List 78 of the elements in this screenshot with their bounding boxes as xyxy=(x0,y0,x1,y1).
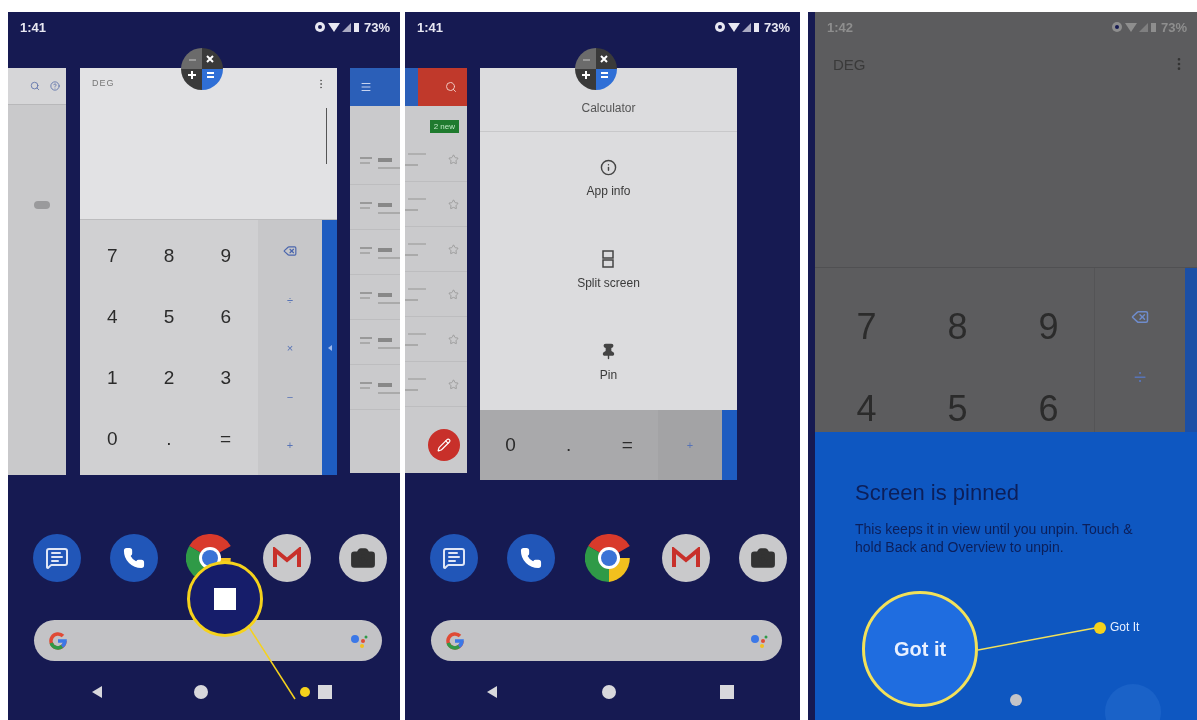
calculator-app-icon[interactable] xyxy=(574,48,617,90)
new-mail-badge: 2 new xyxy=(429,120,459,133)
browser-app-icon[interactable] xyxy=(584,534,633,582)
digit-key[interactable]: 7 xyxy=(107,245,118,268)
digit-key[interactable]: = xyxy=(220,427,232,450)
dialog-message: This keeps it in view until you unpin. Touch & hold Back and Overview to unpin. xyxy=(855,520,1134,556)
status-icons xyxy=(1110,21,1157,33)
back-icon[interactable] xyxy=(487,686,497,698)
callout-dot xyxy=(1094,622,1106,634)
digit-key[interactable]: . xyxy=(566,434,572,456)
digit-key[interactable]: 6 xyxy=(220,306,231,329)
star-icon[interactable] xyxy=(448,333,459,345)
menu-item[interactable]: Split screen xyxy=(577,276,640,290)
digit-key[interactable]: 5 xyxy=(163,306,175,329)
star-icon[interactable] xyxy=(448,288,459,300)
search-icon[interactable] xyxy=(30,81,40,91)
status-time: 1:41 xyxy=(20,19,47,35)
home-icon[interactable] xyxy=(600,684,617,700)
star-icon[interactable] xyxy=(448,378,459,390)
digit-key[interactable]: 0 xyxy=(107,427,118,450)
mail-app-card[interactable]: 2 new xyxy=(405,68,467,473)
digit-key[interactable]: 8 xyxy=(163,245,175,268)
drawer-handle[interactable] xyxy=(322,220,337,475)
mail-app-icon[interactable] xyxy=(262,534,311,582)
digit-key[interactable]: 0 xyxy=(505,434,516,456)
text-cursor xyxy=(326,108,327,164)
drawer-handle[interactable] xyxy=(722,410,737,480)
status-time: 1:41 xyxy=(417,19,444,35)
search-bar[interactable] xyxy=(431,620,782,661)
pin-icon xyxy=(600,342,617,360)
got-it-button[interactable]: Got it xyxy=(862,591,978,707)
search-bar[interactable] xyxy=(34,620,382,661)
phone-app-icon[interactable] xyxy=(507,534,556,582)
camera-app-icon[interactable] xyxy=(339,534,387,582)
toggle-switch[interactable] xyxy=(34,201,50,209)
home-indicator xyxy=(1010,694,1022,706)
star-icon[interactable] xyxy=(448,153,459,165)
mail-app-icon[interactable] xyxy=(661,534,710,582)
digit-key[interactable]: 2 xyxy=(163,366,175,389)
backspace-icon[interactable] xyxy=(283,244,297,259)
angle-mode: DEG xyxy=(92,78,115,89)
battery-percent: 73% xyxy=(363,19,390,35)
recents-icon xyxy=(214,588,236,610)
chevron-left-icon xyxy=(327,344,332,351)
star-icon[interactable] xyxy=(448,198,459,210)
menu-icon[interactable] xyxy=(360,81,372,93)
callout-label: Got It xyxy=(1110,620,1140,634)
digit-key[interactable]: 1 xyxy=(107,366,118,389)
digit-key[interactable]: 9 xyxy=(220,245,231,268)
search-logo-icon xyxy=(48,630,68,651)
dialog-title: Screen is pinned xyxy=(855,480,1020,506)
status-icons xyxy=(313,21,360,33)
star-icon[interactable] xyxy=(448,243,459,255)
menu-item[interactable]: App info xyxy=(586,183,631,198)
digit-key[interactable]: . xyxy=(166,427,172,450)
pencil-icon xyxy=(437,438,451,452)
info-icon xyxy=(600,158,617,176)
split-screen-icon xyxy=(602,250,615,268)
nav-button[interactable] xyxy=(298,683,334,701)
messages-app-icon[interactable] xyxy=(430,534,478,582)
calculator-card[interactable]: DEG 7 8 9 4 5 6 1 2 3 0 . = ÷ × − + xyxy=(80,68,337,475)
status-icons xyxy=(713,21,760,33)
battery-percent: 73% xyxy=(763,19,790,35)
menu-title: Calculator xyxy=(480,68,737,132)
camera-app-icon[interactable] xyxy=(739,534,787,582)
search-logo-icon xyxy=(445,630,465,651)
assistant-icon[interactable] xyxy=(750,632,768,649)
menu-item[interactable]: Pin xyxy=(599,367,618,382)
compose-button[interactable] xyxy=(428,429,460,461)
search-icon[interactable] xyxy=(445,81,457,93)
messages-app-icon[interactable] xyxy=(33,534,81,582)
calculator-app-icon[interactable] xyxy=(181,48,223,90)
digit-key[interactable]: 3 xyxy=(220,366,231,389)
digit-key[interactable]: = xyxy=(621,434,633,456)
callout-dot xyxy=(300,687,310,697)
phone-app-icon[interactable] xyxy=(109,534,158,582)
digit-key[interactable]: 4 xyxy=(107,306,118,329)
assistant-icon[interactable] xyxy=(350,632,368,649)
